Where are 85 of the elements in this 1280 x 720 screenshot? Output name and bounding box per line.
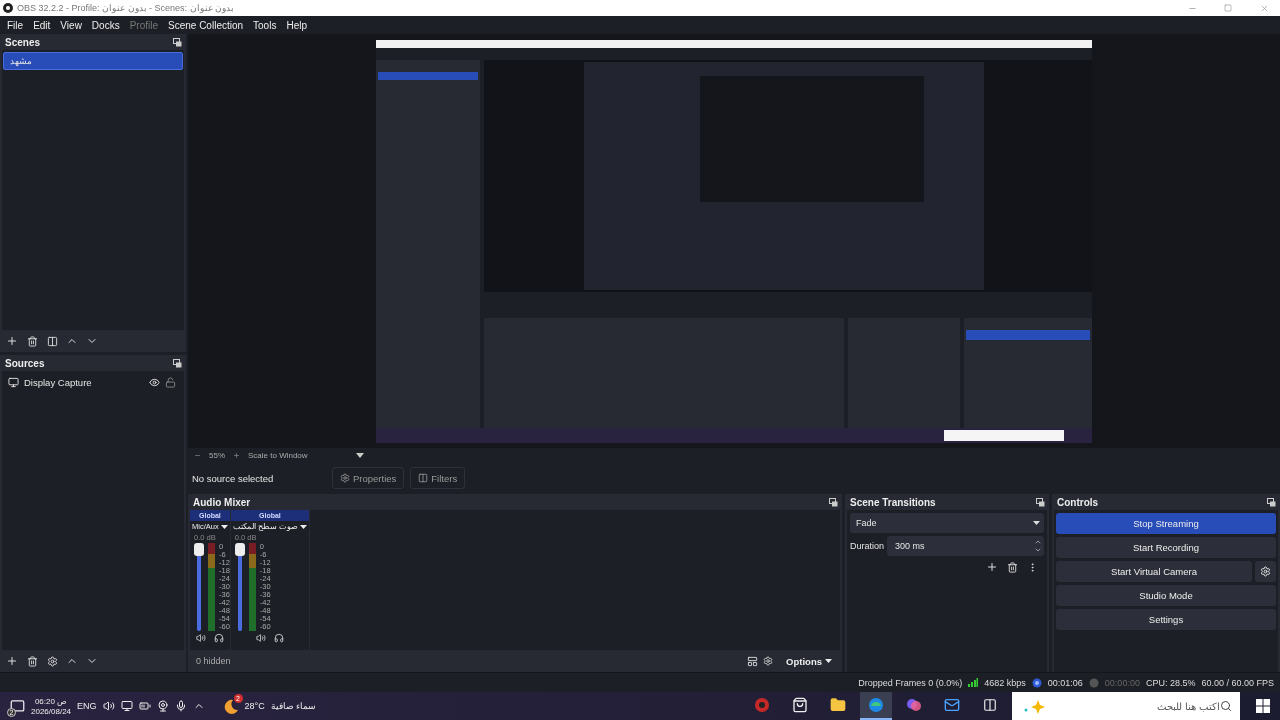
dock-title: Controls bbox=[1057, 496, 1099, 508]
weather-icon[interactable] bbox=[222, 698, 239, 714]
menu-item[interactable]: Docks bbox=[86, 19, 125, 31]
fps-reading: 60.00 / 60.00 FPS bbox=[1201, 677, 1274, 688]
dock-title: Audio Mixer bbox=[193, 496, 251, 508]
gear-icon bbox=[1260, 566, 1271, 577]
microphone-icon[interactable] bbox=[174, 700, 187, 712]
unlock-icon[interactable] bbox=[165, 376, 176, 388]
cpu-usage: CPU: 28.5% bbox=[1145, 677, 1196, 688]
options-button[interactable]: Options bbox=[776, 655, 842, 667]
menu-item[interactable]: View bbox=[55, 19, 87, 31]
language-indicator[interactable]: ENG bbox=[77, 701, 97, 711]
browser-icon bbox=[868, 697, 884, 713]
menu-item[interactable]: Scene Collection bbox=[163, 19, 249, 31]
menu-item[interactable]: Tools bbox=[248, 19, 282, 31]
temperature[interactable]: 28°C bbox=[244, 701, 265, 711]
caret-icon[interactable] bbox=[300, 524, 307, 529]
hidden-count: 0 hidden bbox=[195, 656, 232, 666]
folder-icon bbox=[830, 697, 846, 713]
control-button[interactable]: Start Virtual Camera bbox=[1056, 561, 1252, 582]
notifications-icon[interactable] bbox=[10, 698, 25, 714]
monitor-icon bbox=[8, 376, 19, 388]
zoom-level: 55% bbox=[209, 450, 225, 460]
caret-icon bbox=[1033, 521, 1040, 525]
filters-button[interactable]: Filters bbox=[410, 467, 466, 489]
float-icon[interactable] bbox=[1036, 497, 1045, 507]
search-icon bbox=[1220, 700, 1232, 712]
store-icon bbox=[792, 697, 808, 713]
source-item[interactable]: Display Capture bbox=[24, 376, 144, 388]
duration-field[interactable]: 300 ms bbox=[887, 536, 1044, 556]
float-icon[interactable] bbox=[173, 358, 182, 368]
control-button[interactable]: Start Recording bbox=[1056, 537, 1276, 558]
float-icon[interactable] bbox=[1267, 497, 1276, 507]
record-time: 00:00:00 bbox=[1104, 677, 1140, 688]
headphones-icon[interactable] bbox=[273, 633, 284, 643]
settings-button[interactable] bbox=[1255, 561, 1276, 582]
record-app-icon bbox=[754, 697, 770, 713]
task-view-icon bbox=[983, 698, 997, 712]
headphones-icon[interactable] bbox=[213, 633, 224, 643]
speaker-icon[interactable] bbox=[255, 633, 266, 643]
mail-icon bbox=[944, 697, 960, 713]
float-icon[interactable] bbox=[829, 497, 838, 507]
properties-button[interactable]: Properties bbox=[332, 467, 405, 489]
speaker-icon[interactable] bbox=[195, 633, 206, 643]
search-field[interactable]: اكتب هنا للبحث bbox=[1012, 692, 1240, 720]
clock-time[interactable]: 06:20 ص bbox=[34, 696, 68, 706]
caret-icon bbox=[825, 659, 832, 663]
window-title: OBS 32.2.2 - Profile: بدون عنوان - Scenes: بدون عنوان bbox=[17, 3, 236, 13]
network-icon[interactable] bbox=[120, 700, 133, 712]
transition-dropdown[interactable]: Fade bbox=[850, 513, 1044, 533]
menu-item[interactable]: Help bbox=[281, 19, 312, 31]
weather-condition[interactable]: سماء صافية bbox=[270, 701, 317, 711]
volume-icon[interactable] bbox=[102, 700, 115, 712]
source-status: No source selected bbox=[192, 472, 275, 484]
app-logo-icon bbox=[3, 3, 13, 13]
dock-title: Sources bbox=[5, 357, 45, 369]
dock-title: Scenes bbox=[5, 36, 41, 48]
visibility-icon[interactable] bbox=[149, 376, 160, 388]
menu-item[interactable]: Edit bbox=[28, 19, 56, 31]
dock-title: Scene Transitions bbox=[850, 496, 936, 508]
float-icon[interactable] bbox=[173, 37, 182, 47]
gear-icon bbox=[340, 473, 350, 483]
assistant-icon bbox=[906, 697, 922, 713]
caret-icon[interactable] bbox=[355, 452, 364, 458]
stream-time: 00:01:06 bbox=[1047, 677, 1083, 688]
control-button[interactable]: Studio Mode bbox=[1056, 585, 1276, 606]
clock-date[interactable]: 2026/08/24 bbox=[31, 706, 72, 716]
increment-icon[interactable] bbox=[1034, 538, 1042, 546]
scale-mode-dropdown[interactable]: Scale to Window bbox=[248, 450, 308, 460]
menu-item[interactable]: File bbox=[2, 19, 29, 31]
dropped-frames: Dropped Frames 0 (0.0%) bbox=[858, 677, 963, 688]
bitrate: 4682 kbps bbox=[984, 677, 1026, 688]
duration-label: Duration bbox=[850, 541, 885, 551]
signal-icon bbox=[968, 678, 979, 687]
control-button[interactable]: Settings bbox=[1056, 609, 1276, 630]
scene-item[interactable]: مشهد bbox=[3, 52, 183, 70]
decrement-icon[interactable] bbox=[1034, 546, 1042, 554]
caret-icon[interactable] bbox=[220, 524, 228, 529]
windows-logo-icon[interactable] bbox=[1256, 699, 1270, 713]
volume-slider[interactable] bbox=[194, 543, 204, 631]
control-button[interactable]: Stop Streaming bbox=[1056, 513, 1276, 534]
battery-icon[interactable] bbox=[138, 700, 151, 712]
zoom-in-icon[interactable] bbox=[233, 451, 240, 459]
camera-icon[interactable] bbox=[156, 700, 169, 712]
volume-slider[interactable] bbox=[234, 543, 245, 631]
